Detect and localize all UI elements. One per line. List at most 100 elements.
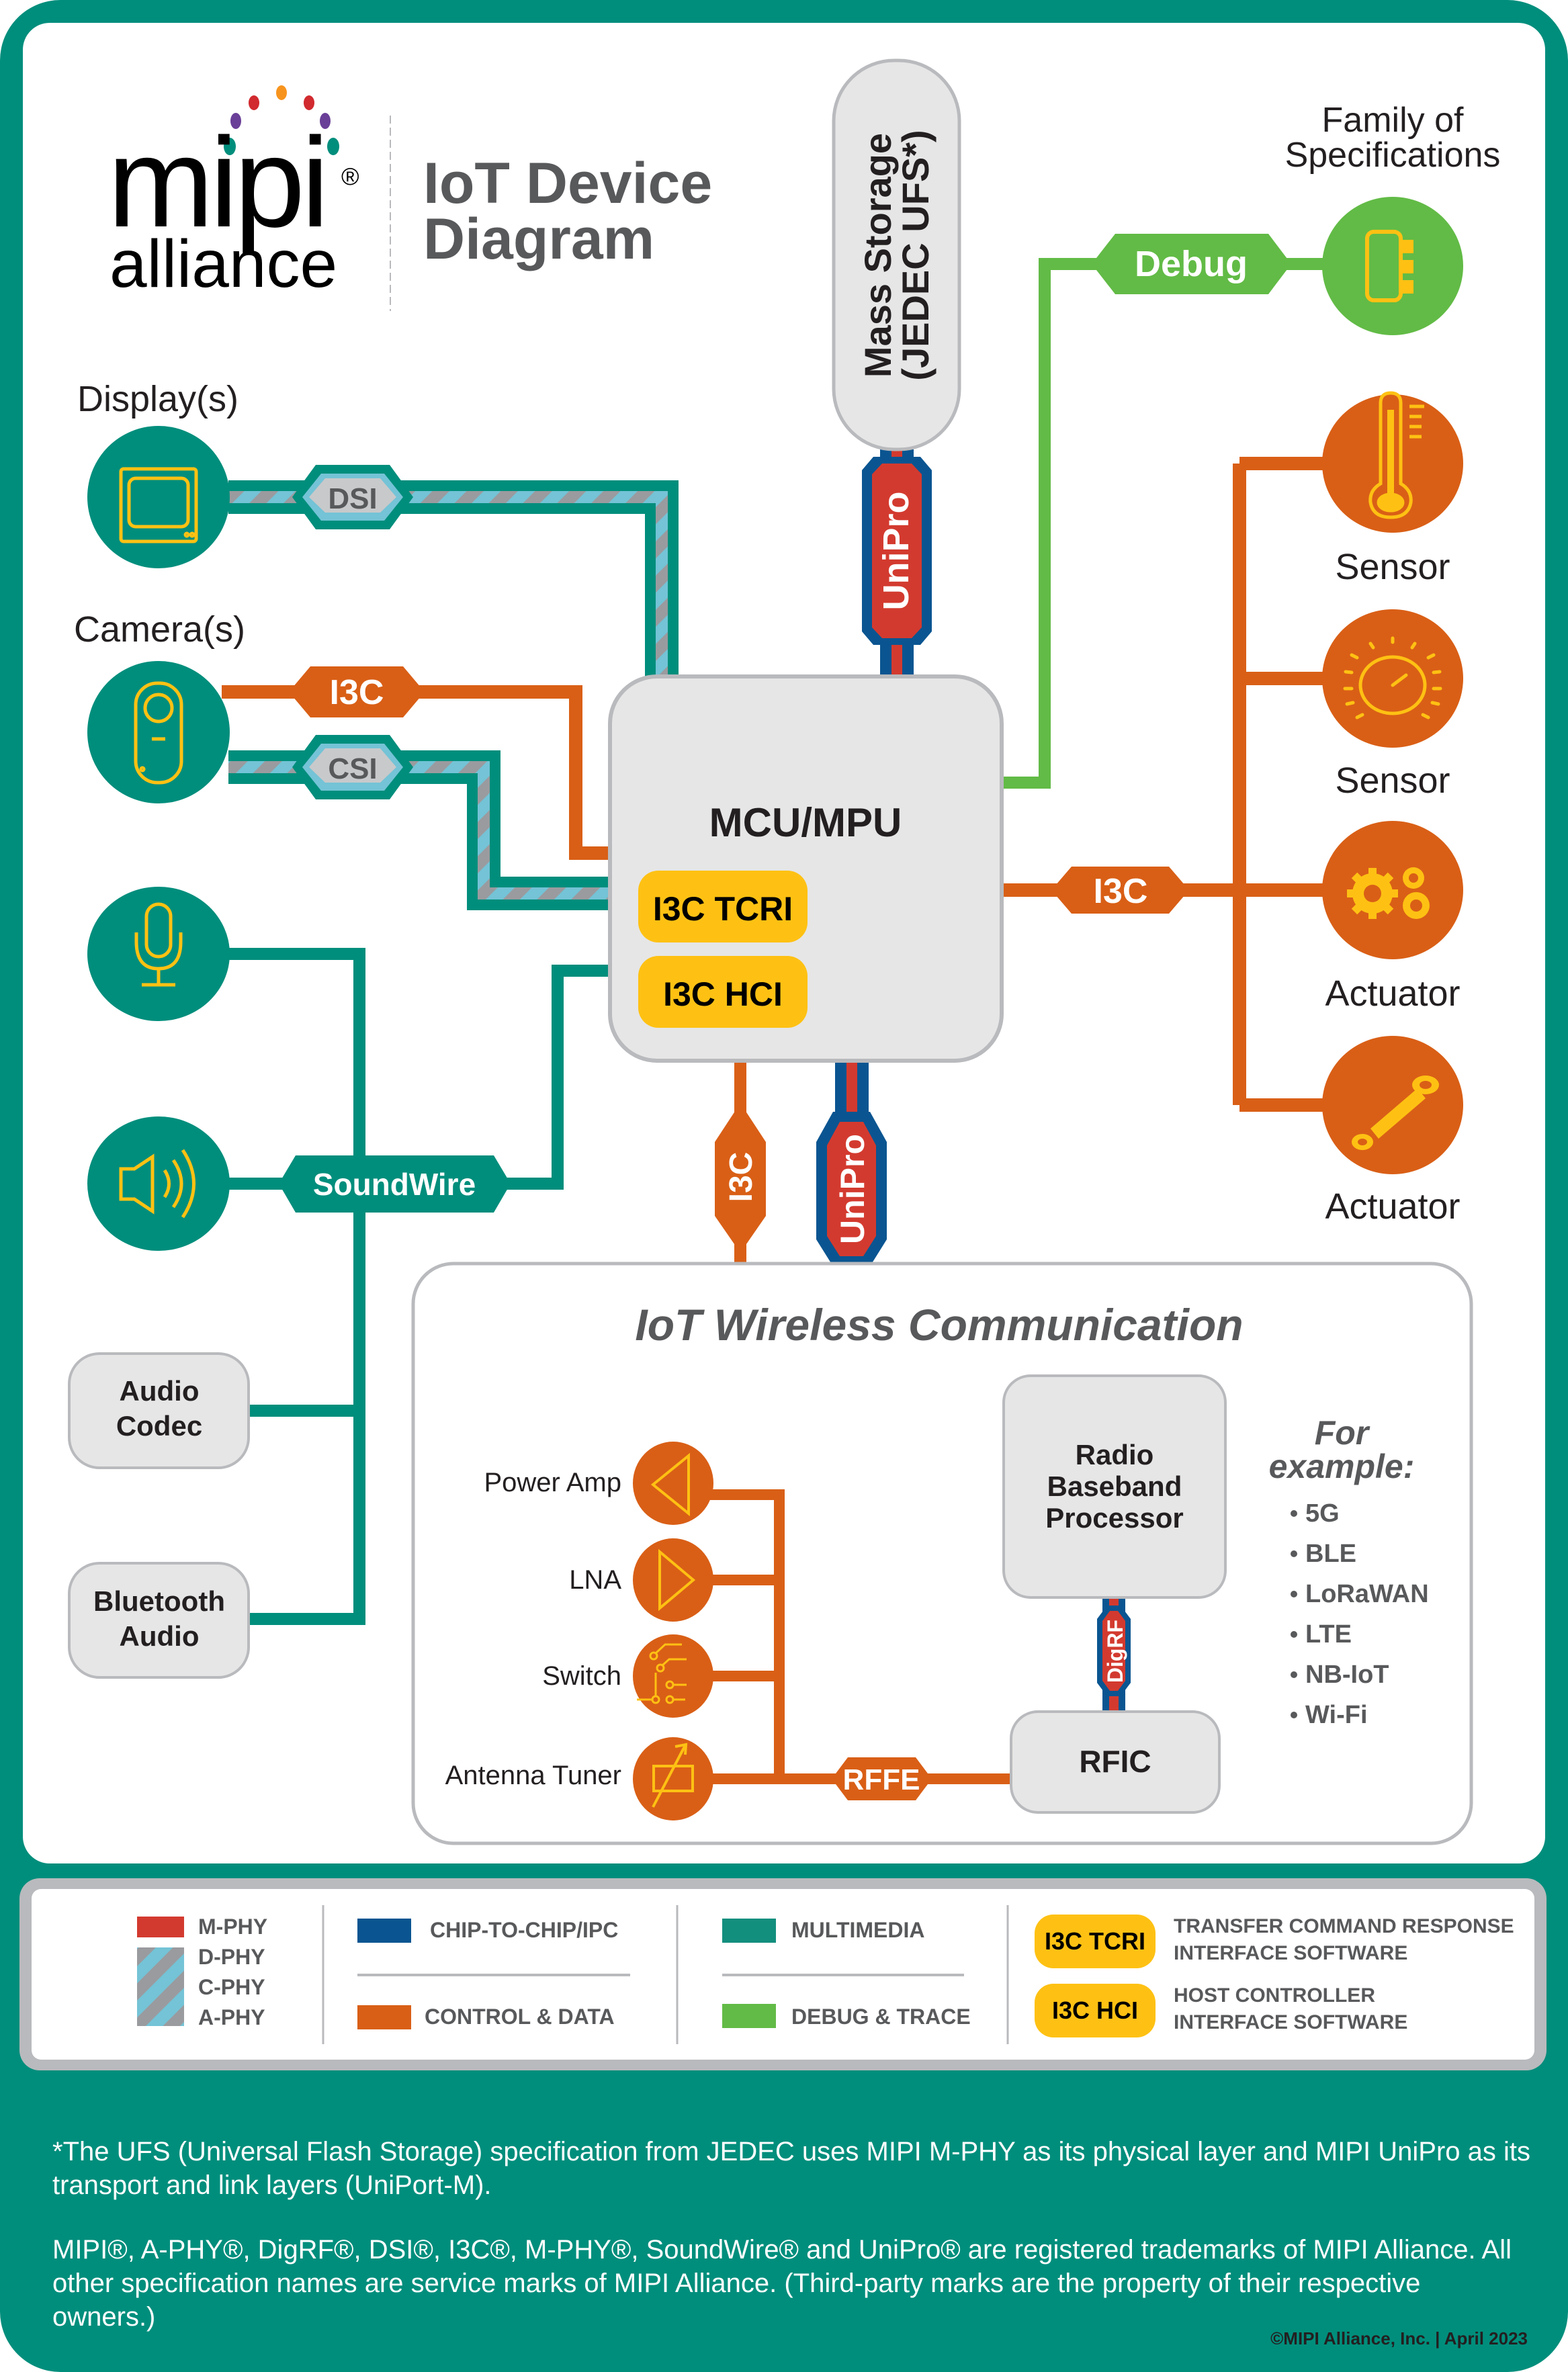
svg-text:Codec: Codec bbox=[116, 1410, 202, 1442]
dsi-label: DSI bbox=[292, 465, 413, 529]
examples-title-1: For bbox=[1315, 1414, 1370, 1452]
legend-chip-swatch bbox=[357, 1919, 411, 1943]
svg-text:I3C TCRI: I3C TCRI bbox=[1045, 1927, 1145, 1955]
power-amp-label: Power Amp bbox=[484, 1468, 621, 1497]
audio-codec-box[interactable]: Audio Codec bbox=[68, 1352, 250, 1469]
antenna-tuner-label: Antenna Tuner bbox=[445, 1761, 621, 1790]
svg-text:TRANSFER COMMAND RESPONSE: TRANSFER COMMAND RESPONSE bbox=[1174, 1915, 1514, 1937]
soundwire-label: SoundWire bbox=[279, 1155, 511, 1213]
svg-text:DSI: DSI bbox=[328, 482, 377, 515]
footer-copyright: ©MIPI Alliance, Inc. | April 2023 bbox=[1270, 2328, 1528, 2348]
svg-text:Radio: Radio bbox=[1076, 1439, 1154, 1470]
svg-text:MULTIMEDIA: MULTIMEDIA bbox=[791, 1918, 924, 1942]
sensor-gauge[interactable] bbox=[1322, 609, 1463, 748]
rfic-box[interactable]: RFIC bbox=[1010, 1710, 1221, 1814]
svg-text:I3C: I3C bbox=[330, 673, 384, 712]
actuator-label-1: Actuator bbox=[1325, 973, 1460, 1014]
example-item: LoRaWAN bbox=[1305, 1580, 1429, 1608]
svg-text:I3C: I3C bbox=[724, 1152, 759, 1202]
legend-multimedia-swatch bbox=[722, 1919, 776, 1943]
lna-node[interactable] bbox=[633, 1538, 713, 1622]
svg-text:Baseband: Baseband bbox=[1047, 1470, 1182, 1502]
example-bullet bbox=[1291, 1631, 1297, 1638]
iot-device-diagram: mipi ® alliance IoT Device Diagram Mass … bbox=[0, 0, 1568, 2372]
wireless-title: IoT Wireless Communication bbox=[635, 1300, 1243, 1350]
display-label: Display(s) bbox=[77, 379, 238, 419]
camera-i3c-label: I3C bbox=[289, 666, 425, 717]
debug-device[interactable] bbox=[1322, 197, 1463, 335]
svg-text:UniPro: UniPro bbox=[834, 1134, 871, 1244]
i3c-right-label: I3C bbox=[1051, 867, 1189, 914]
legend-phy-stripe-swatch bbox=[137, 1947, 184, 2026]
actuator-label-2: Actuator bbox=[1325, 1186, 1460, 1227]
mcu-title: MCU/MPU bbox=[709, 800, 902, 845]
microphone-device[interactable] bbox=[87, 887, 230, 1021]
csi-label: CSI bbox=[292, 735, 413, 799]
svg-text:INTERFACE SOFTWARE: INTERFACE SOFTWARE bbox=[1174, 1942, 1407, 1964]
mass-storage-line2: (JEDEC UFS*) bbox=[894, 130, 937, 380]
svg-text:CSI: CSI bbox=[328, 752, 377, 785]
speaker-device[interactable] bbox=[87, 1116, 230, 1251]
svg-text:C-PHY: C-PHY bbox=[198, 1975, 265, 1999]
example-item: BLE bbox=[1305, 1540, 1356, 1568]
page-title-line1: IoT Device bbox=[423, 151, 712, 216]
wireless-panel: IoT Wireless Communication RFFE Power Am… bbox=[411, 1262, 1473, 1845]
logo-sub: alliance bbox=[110, 226, 337, 302]
switch-node[interactable] bbox=[633, 1634, 713, 1718]
svg-text:Bluetooth: Bluetooth bbox=[93, 1585, 225, 1617]
baseband-box[interactable]: Radio Baseband Processor bbox=[1002, 1374, 1227, 1599]
tcri-badge-label: I3C TCRI bbox=[653, 890, 793, 928]
legend-mphy-swatch bbox=[137, 1917, 184, 1937]
display-device[interactable] bbox=[87, 426, 230, 568]
example-bullet bbox=[1291, 1591, 1297, 1597]
svg-text:D-PHY: D-PHY bbox=[198, 1945, 265, 1969]
svg-text:A-PHY: A-PHY bbox=[198, 2005, 265, 2029]
example-item: NB-IoT bbox=[1305, 1661, 1389, 1689]
svg-text:INTERFACE SOFTWARE: INTERFACE SOFTWARE bbox=[1174, 2011, 1407, 2033]
unipro-bottom-label: UniPro bbox=[816, 1112, 887, 1266]
example-bullet bbox=[1291, 1550, 1297, 1557]
svg-text:RFFE: RFFE bbox=[843, 1763, 920, 1796]
legend: M-PHY D-PHY C-PHY A-PHY CHIP-TO-CHIP/IPC… bbox=[19, 1878, 1547, 2070]
camera-device[interactable] bbox=[87, 661, 230, 803]
svg-text:DEBUG & TRACE: DEBUG & TRACE bbox=[791, 2005, 971, 2029]
svg-text:SoundWire: SoundWire bbox=[313, 1167, 476, 1202]
switch-label: Switch bbox=[542, 1661, 621, 1691]
examples-title-2: example: bbox=[1269, 1448, 1415, 1485]
hci-badge-label: I3C HCI bbox=[663, 975, 783, 1013]
antenna-tuner-node[interactable] bbox=[633, 1737, 713, 1820]
example-bullet bbox=[1291, 1712, 1297, 1718]
gears-icon bbox=[1347, 867, 1430, 919]
footer-note: *The UFS (Universal Flash Storage) speci… bbox=[52, 2137, 1530, 2200]
debug-label: Debug bbox=[1092, 234, 1291, 294]
page-title-line2: Diagram bbox=[423, 207, 654, 271]
bluetooth-audio-box[interactable]: Bluetooth Audio bbox=[68, 1562, 250, 1679]
rffe-label: RFFE bbox=[832, 1757, 932, 1800]
svg-text:RFIC: RFIC bbox=[1079, 1744, 1151, 1779]
svg-text:Audio: Audio bbox=[120, 1375, 200, 1407]
actuator-gears[interactable] bbox=[1322, 821, 1463, 959]
power-amp-node[interactable] bbox=[633, 1442, 713, 1525]
example-item: Wi-Fi bbox=[1305, 1701, 1368, 1729]
mcu-box[interactable]: MCU/MPU I3C TCRI I3C HCI bbox=[608, 674, 1004, 1063]
mass-storage-line1: Mass Storage bbox=[857, 133, 899, 378]
svg-text:HOST CONTROLLER: HOST CONTROLLER bbox=[1174, 1984, 1375, 2007]
svg-text:CHIP-TO-CHIP/IPC: CHIP-TO-CHIP/IPC bbox=[430, 1918, 618, 1942]
sensor-label-1: Sensor bbox=[1335, 547, 1450, 587]
family-label-line1: Family of bbox=[1322, 101, 1464, 140]
camera-label: Camera(s) bbox=[74, 609, 245, 650]
svg-text:Debug: Debug bbox=[1135, 244, 1248, 284]
svg-text:CONTROL & DATA: CONTROL & DATA bbox=[425, 2005, 615, 2029]
legend-debug-swatch bbox=[722, 2004, 776, 2028]
logo-registered: ® bbox=[341, 163, 359, 190]
example-item: LTE bbox=[1305, 1620, 1352, 1649]
sensor-label-2: Sensor bbox=[1335, 760, 1450, 801]
svg-text:I3C: I3C bbox=[1094, 872, 1148, 911]
example-bullet bbox=[1291, 1510, 1297, 1517]
svg-text:Audio: Audio bbox=[120, 1620, 200, 1652]
lna-label: LNA bbox=[569, 1565, 621, 1595]
actuator-piston[interactable] bbox=[1322, 1036, 1463, 1174]
mass-storage-box[interactable]: Mass Storage (JEDEC UFS*) bbox=[832, 58, 961, 451]
unipro-top-label: UniPro bbox=[862, 457, 932, 645]
example-bullet bbox=[1291, 1671, 1297, 1678]
